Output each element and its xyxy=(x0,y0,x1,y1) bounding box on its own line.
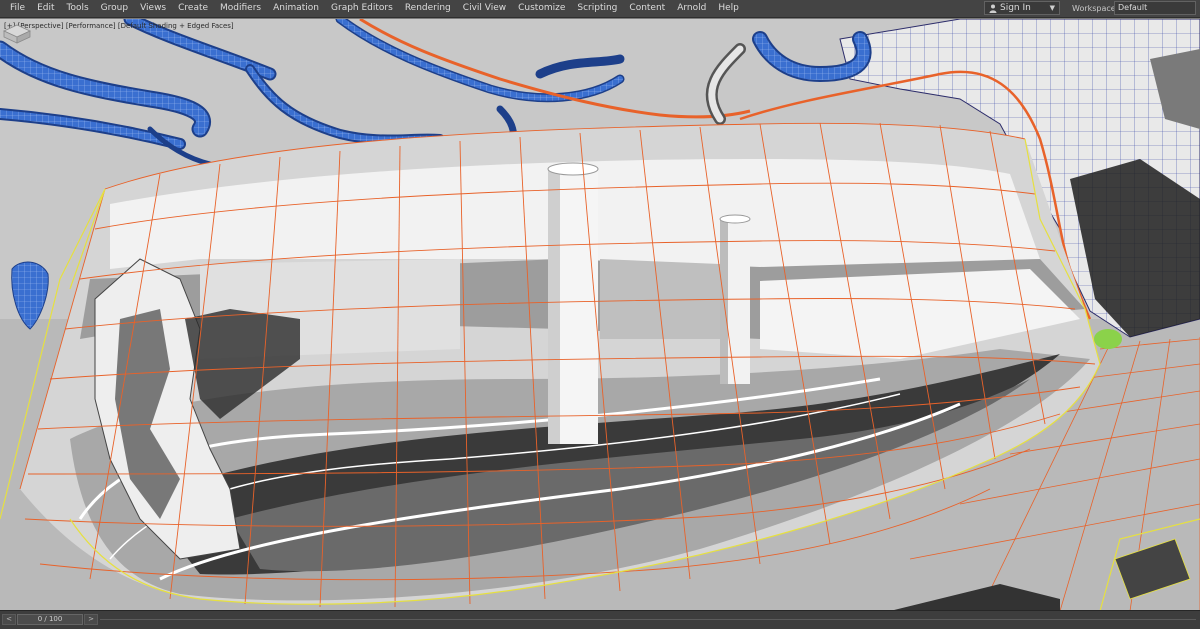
blue-object xyxy=(11,261,49,330)
menu-scripting[interactable]: Scripting xyxy=(571,0,623,17)
menu-arnold[interactable]: Arnold xyxy=(671,0,712,17)
viewport-shading[interactable]: [Default Shading + Edged Faces] xyxy=(118,22,234,30)
sign-in-label: Sign In xyxy=(1000,3,1031,13)
viewport-scene xyxy=(0,19,1200,611)
menu-graph-editors[interactable]: Graph Editors xyxy=(325,0,399,17)
plant-object xyxy=(1094,329,1122,349)
viewcube-icon[interactable] xyxy=(0,19,34,45)
perspective-viewport[interactable]: [+] [Perspective] [Performance] [Default… xyxy=(0,18,1200,611)
menu-items: File Edit Tools Group Views Create Modif… xyxy=(0,0,745,17)
frame-readout: 0 / 100 xyxy=(37,615,63,623)
time-slider: < 0 / 100 > xyxy=(0,610,1200,629)
menu-bar: File Edit Tools Group Views Create Modif… xyxy=(0,0,1200,18)
sign-in-dropdown[interactable]: Sign In ▼ xyxy=(984,1,1060,15)
time-slider-thumb[interactable]: 0 / 100 xyxy=(17,614,83,625)
menu-modifiers[interactable]: Modifiers xyxy=(214,0,267,17)
menu-create[interactable]: Create xyxy=(172,0,214,17)
menu-file[interactable]: File xyxy=(4,0,31,17)
viewport-performance[interactable]: [Performance] xyxy=(66,22,116,30)
menu-group[interactable]: Group xyxy=(95,0,134,17)
workspace-select[interactable]: Default xyxy=(1114,1,1196,15)
menu-civil-view[interactable]: Civil View xyxy=(457,0,512,17)
time-prev-button[interactable]: < xyxy=(2,614,16,625)
menu-content[interactable]: Content xyxy=(623,0,671,17)
time-slider-track[interactable] xyxy=(100,619,1196,620)
menu-animation[interactable]: Animation xyxy=(267,0,325,17)
viewport-label[interactable]: [+] [Perspective] [Performance] [Default… xyxy=(4,22,234,30)
menu-views[interactable]: Views xyxy=(134,0,172,17)
menu-help[interactable]: Help xyxy=(712,0,745,17)
time-next-button[interactable]: > xyxy=(84,614,98,625)
menu-rendering[interactable]: Rendering xyxy=(399,0,457,17)
workspace-value: Default xyxy=(1118,3,1148,12)
menu-customize[interactable]: Customize xyxy=(512,0,571,17)
menu-edit[interactable]: Edit xyxy=(31,0,60,17)
user-icon xyxy=(989,4,997,13)
menu-tools[interactable]: Tools xyxy=(61,0,95,17)
chevron-down-icon: ▼ xyxy=(1049,4,1055,12)
